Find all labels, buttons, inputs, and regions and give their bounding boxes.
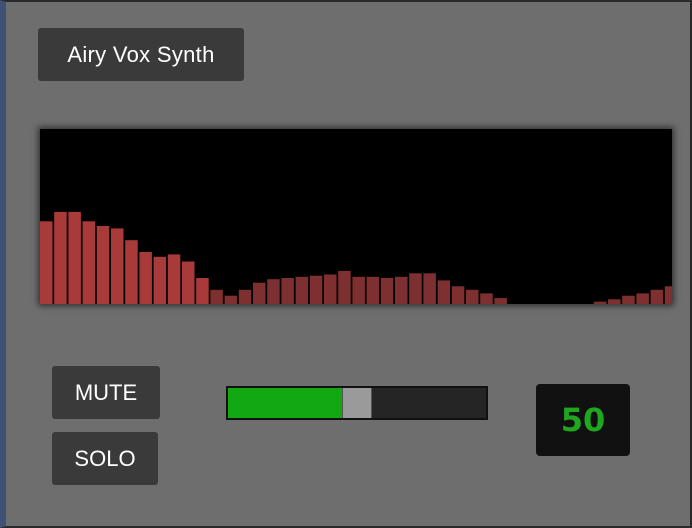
spectrum-bar	[366, 276, 380, 304]
spectrum-bar	[650, 289, 664, 304]
spectrum-bar	[139, 252, 152, 304]
mute-button[interactable]: MUTE	[52, 366, 160, 419]
spectrum-bar	[224, 295, 238, 304]
value-readout: 50	[536, 384, 630, 456]
spectrum-bar	[153, 256, 167, 304]
spectrum-bar	[466, 289, 479, 304]
spectrum-bar	[82, 221, 96, 304]
spectrum-bar	[423, 273, 436, 304]
spectrum-bar	[281, 278, 294, 304]
plugin-window: Airy Vox Synth MUTE SOLO 50	[0, 0, 692, 528]
spectrum-bar	[395, 276, 408, 304]
spectrum-bars	[40, 211, 672, 304]
spectrum-bar	[40, 221, 53, 304]
spectrum-bar	[111, 228, 124, 304]
spectrum-bar	[295, 276, 309, 304]
spectrum-bar	[309, 275, 323, 304]
spectrum-bar	[54, 211, 67, 304]
spectrum-bar	[593, 301, 607, 304]
slider-fill	[228, 388, 342, 418]
spectrum-bar	[267, 279, 280, 304]
level-slider[interactable]	[226, 386, 488, 420]
preset-title-button[interactable]: Airy Vox Synth	[38, 28, 244, 81]
spectrum-bar	[253, 282, 266, 304]
slider-thumb[interactable]	[342, 388, 372, 418]
spectrum-bar	[480, 293, 493, 304]
spectrum-bar	[622, 295, 635, 304]
spectrum-bar	[352, 276, 365, 304]
spectrum-bar	[494, 298, 507, 304]
spectrum-bar	[196, 278, 209, 304]
spectrum-bar	[338, 270, 351, 304]
spectrum-analyzer	[40, 129, 672, 304]
spectrum-bar	[167, 254, 181, 304]
spectrum-bar	[125, 240, 138, 304]
spectrum-bar	[664, 286, 672, 304]
solo-button[interactable]: SOLO	[52, 432, 158, 485]
spectrum-bar	[380, 278, 394, 304]
spectrum-bar	[210, 289, 223, 304]
spectrum-bar	[238, 289, 252, 304]
spectrum-bar	[636, 293, 649, 304]
spectrum-bar	[68, 211, 81, 304]
spectrum-bar	[182, 261, 195, 304]
spectrum-bar	[608, 299, 621, 304]
spectrum-bar	[437, 280, 451, 304]
spectrum-bar	[324, 274, 337, 304]
spectrum-bar	[409, 273, 422, 304]
spectrum-bar	[451, 286, 465, 304]
spectrum-bar	[96, 226, 110, 304]
